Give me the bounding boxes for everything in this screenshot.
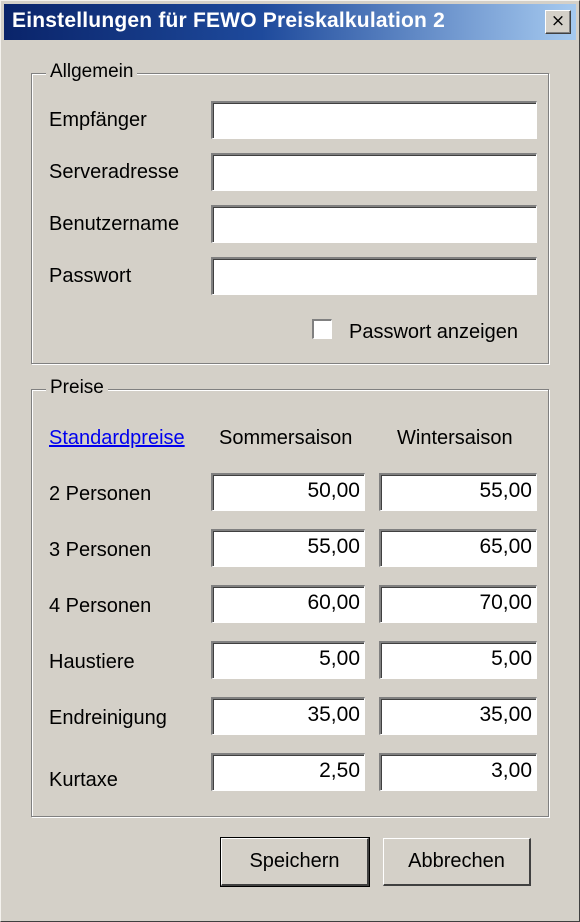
passwort-label: Passwort xyxy=(49,265,132,287)
window-title: Einstellungen für FEWO Preiskalkulation … xyxy=(12,9,445,32)
standardpreise-link[interactable]: Standardpreise xyxy=(49,427,185,450)
settings-dialog: Einstellungen für FEWO Preiskalkulation … xyxy=(0,0,580,922)
passwort-input[interactable] xyxy=(211,257,537,295)
summer-2-personen-input[interactable]: 50,00 xyxy=(211,473,365,511)
winter-kurtaxe-input[interactable]: 3,00 xyxy=(379,753,537,791)
col-header-winter: Wintersaison xyxy=(397,427,513,449)
cancel-button[interactable]: Abbrechen xyxy=(383,838,531,886)
show-password-label[interactable]: Passwort anzeigen xyxy=(349,321,518,344)
serveradresse-input[interactable] xyxy=(211,153,537,191)
col-header-summer: Sommersaison xyxy=(219,427,353,449)
serveradresse-label: Serveradresse xyxy=(49,161,180,183)
show-password-checkbox[interactable] xyxy=(312,319,332,339)
group-preise-legend: Preise xyxy=(46,377,108,399)
row-label-kurtaxe: Kurtaxe xyxy=(49,769,118,791)
row-label-3-personen: 3 Personen xyxy=(49,539,152,561)
empfaenger-input[interactable] xyxy=(211,101,537,139)
empfaenger-label: Empfänger xyxy=(49,109,147,131)
summer-haustiere-input[interactable]: 5,00 xyxy=(211,641,365,679)
summer-endreinigung-input[interactable]: 35,00 xyxy=(211,697,365,735)
benutzername-label: Benutzername xyxy=(49,213,180,235)
summer-3-personen-input[interactable]: 55,00 xyxy=(211,529,365,567)
benutzername-input[interactable] xyxy=(211,205,537,243)
row-label-4-personen: 4 Personen xyxy=(49,595,152,617)
close-button[interactable]: × xyxy=(545,10,571,34)
group-allgemein-legend: Allgemein xyxy=(46,61,138,83)
winter-4-personen-input[interactable]: 70,00 xyxy=(379,585,537,623)
row-label-endreinigung: Endreinigung xyxy=(49,707,167,729)
summer-4-personen-input[interactable]: 60,00 xyxy=(211,585,365,623)
row-label-2-personen: 2 Personen xyxy=(49,483,152,505)
title-bar[interactable]: Einstellungen für FEWO Preiskalkulation … xyxy=(4,4,576,40)
summer-kurtaxe-input[interactable]: 2,50 xyxy=(211,753,365,791)
winter-endreinigung-input[interactable]: 35,00 xyxy=(379,697,537,735)
save-button[interactable]: Speichern xyxy=(220,837,370,887)
row-label-haustiere: Haustiere xyxy=(49,651,135,673)
winter-3-personen-input[interactable]: 65,00 xyxy=(379,529,537,567)
winter-haustiere-input[interactable]: 5,00 xyxy=(379,641,537,679)
winter-2-personen-input[interactable]: 55,00 xyxy=(379,473,537,511)
close-icon: × xyxy=(550,11,566,31)
